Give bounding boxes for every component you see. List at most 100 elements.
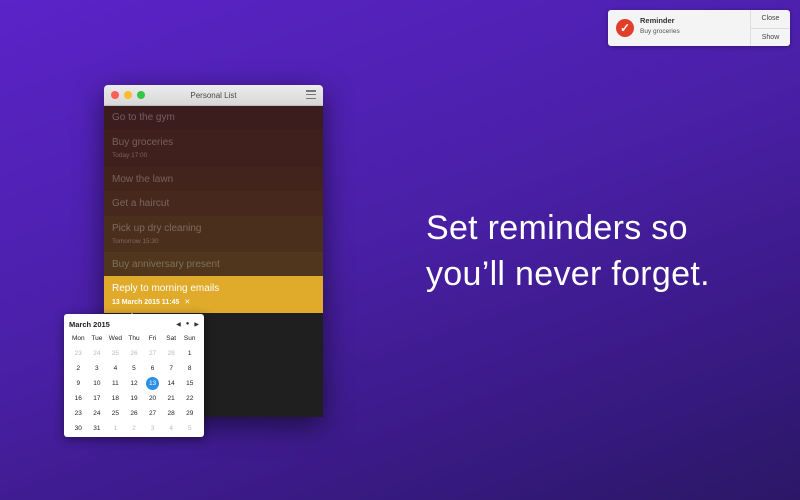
calendar-day[interactable]: 3 xyxy=(88,361,107,376)
close-window-button[interactable] xyxy=(111,91,119,99)
next-month-icon[interactable]: ▶ xyxy=(194,321,199,328)
calendar-day[interactable]: 3 xyxy=(143,421,162,436)
calendar-day[interactable]: 26 xyxy=(125,346,144,361)
calendar-day[interactable]: 15 xyxy=(180,376,199,391)
previous-month-icon[interactable]: ◀ xyxy=(176,321,181,328)
today-icon[interactable]: ● xyxy=(186,321,190,327)
weekday-label: Tue xyxy=(91,335,103,342)
calendar-day[interactable]: 25 xyxy=(106,406,125,421)
calendar-day[interactable]: 21 xyxy=(162,391,181,406)
window-controls xyxy=(111,91,145,99)
window-titlebar[interactable]: Personal List xyxy=(104,85,323,106)
calendar-day[interactable]: 23 xyxy=(69,346,88,361)
task-title: Go to the gym xyxy=(112,112,175,123)
calendar-day[interactable]: 11 xyxy=(106,376,125,391)
weekday-label: Thu xyxy=(128,335,140,342)
close-button[interactable]: Close xyxy=(751,10,790,28)
calendar-day[interactable]: 31 xyxy=(88,421,107,436)
calendar-day[interactable]: 28 xyxy=(162,406,181,421)
calendar-day-number: 22 xyxy=(186,395,194,402)
calendar-day[interactable]: 12 xyxy=(125,376,144,391)
calendar-day-number: 27 xyxy=(148,350,157,357)
task-item[interactable]: Buy anniversary present xyxy=(104,252,323,276)
calendar-day-number: 5 xyxy=(187,425,192,432)
calendar-day[interactable]: 4 xyxy=(106,361,125,376)
calendar-nav: ◀ ● ▶ xyxy=(176,321,199,328)
calendar-day[interactable]: 2 xyxy=(69,361,88,376)
calendar-day-number: 7 xyxy=(169,365,173,372)
calendar-day[interactable]: 26 xyxy=(125,406,144,421)
calendar-day[interactable]: 4 xyxy=(162,421,181,436)
calendar-day[interactable]: 5 xyxy=(125,361,144,376)
calendar-day[interactable]: 29 xyxy=(180,406,199,421)
calendar-day-selected[interactable]: 13 xyxy=(143,376,162,391)
calendar-day[interactable]: 8 xyxy=(180,361,199,376)
weekday-label: Wed xyxy=(108,335,123,342)
calendar-day[interactable]: 9 xyxy=(69,376,88,391)
calendar-day-number: 26 xyxy=(130,350,138,357)
calendar-day-number: 3 xyxy=(150,425,155,432)
task-item-selected[interactable]: Reply to morning emails 13 March 2015 11… xyxy=(104,276,323,319)
task-item[interactable]: Get a haircut xyxy=(104,191,323,216)
task-title: Buy groceries xyxy=(112,137,174,148)
calendar-day-number: 4 xyxy=(113,365,118,372)
show-button[interactable]: Show xyxy=(751,27,790,47)
due-date-text[interactable]: 13 March 2015 11:45 xyxy=(112,299,179,306)
task-item[interactable]: Buy groceries Today 17:00 xyxy=(104,129,323,167)
task-item[interactable]: Pick up dry cleaning Tomorrow 15:30 xyxy=(104,216,323,252)
task-item[interactable]: Go to the gym xyxy=(104,106,323,129)
calendar-day[interactable]: 19 xyxy=(125,391,144,406)
minimize-window-button[interactable] xyxy=(124,91,132,99)
calendar-day-number: 1 xyxy=(187,350,192,357)
calendar-day[interactable]: 24 xyxy=(88,406,107,421)
task-title: Pick up dry cleaning xyxy=(112,223,202,234)
task-due-date: Tomorrow 15:30 xyxy=(112,238,159,245)
calendar-day-number: 28 xyxy=(167,350,175,357)
calendar-day-number: 18 xyxy=(111,395,120,402)
calendar-day-number: 21 xyxy=(167,395,175,402)
task-due-date[interactable]: 13 March 2015 11:45 ✕ xyxy=(112,298,315,306)
calendar-day[interactable]: 7 xyxy=(162,361,181,376)
headline-line-1: Set reminders so xyxy=(426,209,688,247)
calendar-day-number: 2 xyxy=(132,425,136,432)
calendar-day[interactable]: 28 xyxy=(162,346,181,361)
calendar-day[interactable]: 23 xyxy=(69,406,88,421)
calendar-day[interactable]: 16 xyxy=(69,391,88,406)
calendar-day-number: 31 xyxy=(93,425,101,432)
calendar-day[interactable]: 25 xyxy=(106,346,125,361)
zoom-window-button[interactable] xyxy=(137,91,145,99)
calendar-day[interactable]: 22 xyxy=(180,391,199,406)
calendar-day-number: 27 xyxy=(148,410,157,417)
calendar-day-number: 15 xyxy=(186,380,194,387)
calendar-day[interactable]: 10 xyxy=(88,376,107,391)
task-title: Get a haircut xyxy=(112,198,170,209)
reminder-notification[interactable]: ✓ Reminder Buy groceries Close Show xyxy=(608,10,790,46)
calendar-day-number: 19 xyxy=(130,395,138,402)
task-item[interactable]: Mow the lawn xyxy=(104,167,323,191)
calendar-day[interactable]: 2 xyxy=(125,421,144,436)
calendar-day[interactable]: 27 xyxy=(143,406,162,421)
calendar-day-number: 1 xyxy=(113,425,118,432)
calendar-day[interactable]: 20 xyxy=(143,391,162,406)
calendar-day[interactable]: 17 xyxy=(88,391,107,406)
hamburger-menu-icon[interactable] xyxy=(306,90,316,99)
clear-date-icon[interactable]: ✕ xyxy=(184,299,190,306)
calendar-day-number: 23 xyxy=(74,350,82,357)
calendar-day-number: 14 xyxy=(167,380,175,387)
calendar-day[interactable]: 18 xyxy=(106,391,125,406)
calendar-day-number: 30 xyxy=(74,425,82,432)
calendar-day-number: 17 xyxy=(93,395,101,402)
calendar-day[interactable]: 1 xyxy=(180,346,199,361)
weekday-label: Sat xyxy=(166,335,177,342)
calendar-day[interactable]: 24 xyxy=(88,346,107,361)
calendar-day[interactable]: 1 xyxy=(106,421,125,436)
calendar-day-number: 5 xyxy=(132,365,136,372)
calendar-day-number: 11 xyxy=(112,380,119,387)
calendar-day-number: 24 xyxy=(93,410,101,417)
calendar-day[interactable]: 5 xyxy=(180,421,199,436)
calendar-day[interactable]: 30 xyxy=(69,421,88,436)
calendar-day[interactable]: 14 xyxy=(162,376,181,391)
notification-subtitle: Buy groceries xyxy=(640,28,680,35)
calendar-day[interactable]: 27 xyxy=(143,346,162,361)
calendar-day[interactable]: 6 xyxy=(143,361,162,376)
